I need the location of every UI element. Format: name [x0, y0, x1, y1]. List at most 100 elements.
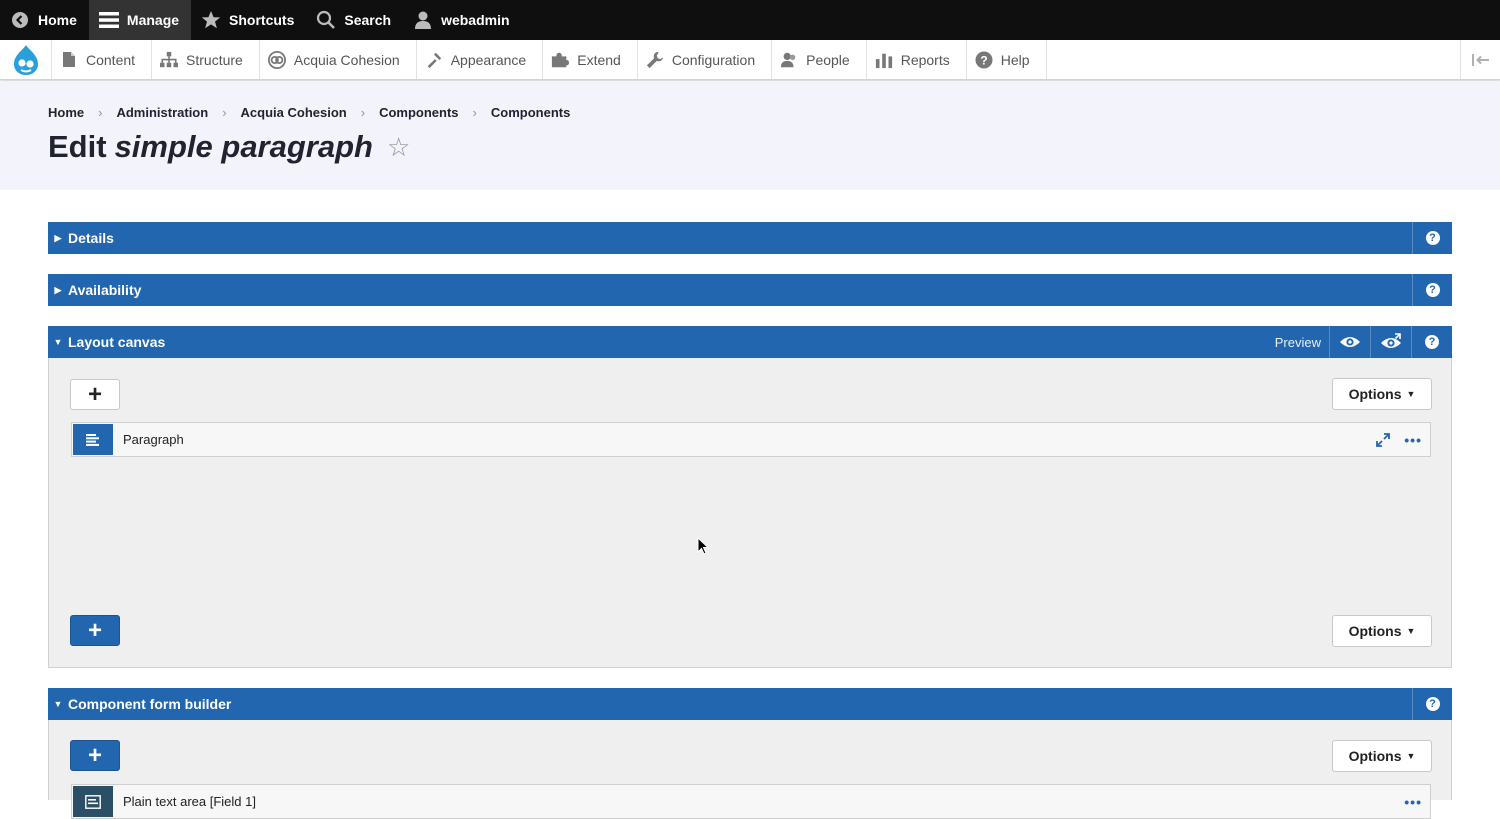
row-actions: ••• [1404, 794, 1430, 810]
tray-item-label: Appearance [450, 51, 527, 68]
drupal-drop-icon [13, 44, 38, 75]
add-field-button[interactable]: + [70, 740, 120, 771]
options-button-top[interactable]: Options ▼ [1332, 378, 1432, 410]
add-element-button-bottom[interactable]: + [70, 615, 120, 646]
availability-label: Availability [68, 282, 142, 298]
breadcrumb-components-2[interactable]: Components [491, 105, 570, 120]
tray-item-reports[interactable]: Reports [867, 40, 967, 79]
svg-text:?: ? [980, 53, 987, 67]
options-label: Options [1348, 386, 1402, 402]
breadcrumb-separator: › [222, 105, 227, 120]
breadcrumb-home[interactable]: Home [48, 105, 84, 120]
add-element-button-top[interactable]: + [70, 379, 120, 410]
star-icon [201, 10, 221, 30]
form-builder-item-row[interactable]: Plain text area [Field 1] ••• [71, 784, 1431, 819]
tray-item-label: Acquia Cohesion [293, 51, 400, 68]
puzzle-icon [551, 51, 570, 69]
form-builder-item-label: Plain text area [Field 1] [123, 794, 256, 809]
toolbar-user[interactable]: webadmin [403, 0, 521, 40]
help-icon: ? [1425, 231, 1440, 245]
tray-item-label: People [806, 51, 850, 68]
layout-canvas-help-button[interactable]: ? [1412, 326, 1452, 358]
toolbar-home-label: Home [38, 12, 77, 28]
document-icon [60, 51, 78, 69]
more-actions-icon[interactable]: ••• [1404, 794, 1422, 810]
page-title-prefix: Edit [48, 129, 107, 164]
options-button-bottom[interactable]: Options ▼ [1332, 615, 1432, 647]
structure-icon [160, 51, 179, 69]
toolbar-search[interactable]: Search [306, 0, 403, 40]
caret-down-icon: ▼ [53, 699, 63, 709]
component-form-builder-section-header[interactable]: ▼ Component form builder ? [48, 688, 1452, 720]
expand-icon[interactable] [1376, 432, 1391, 447]
form-builder-canvas: + Options ▼ Plain text area [Field 1] ••… [48, 720, 1452, 819]
back-circle-icon [10, 10, 30, 30]
breadcrumb-separator: › [472, 105, 477, 120]
tray-item-label: Extend [577, 51, 621, 68]
tray-item-acquia-cohesion[interactable]: Acquia Cohesion [260, 40, 417, 79]
tray-item-structure[interactable]: Structure [152, 40, 260, 79]
layout-canvas: + Options ▼ Paragraph ••• + Options ▼ [48, 358, 1452, 668]
caret-down-icon: ▼ [53, 337, 63, 347]
cohesion-icon [267, 50, 286, 69]
tray-item-configuration[interactable]: Configuration [638, 40, 773, 79]
people-icon [780, 51, 798, 69]
component-form-builder-help-button[interactable]: ? [1412, 688, 1452, 720]
breadcrumb-acquia-cohesion[interactable]: Acquia Cohesion [241, 105, 347, 120]
layout-canvas-label: Layout canvas [68, 334, 166, 350]
breadcrumb-administration[interactable]: Administration [116, 105, 208, 120]
admin-toolbar: Home Manage Shortcuts Search webadmin [0, 0, 1500, 40]
tray-item-people[interactable]: People [772, 40, 867, 79]
caret-right-icon: ▶ [54, 232, 62, 243]
availability-section-header[interactable]: ▶ Availability ? [48, 274, 1452, 306]
preview-button[interactable] [1330, 326, 1371, 358]
brush-icon [425, 51, 443, 69]
layout-canvas-section-header[interactable]: ▼ Layout canvas Preview ? [48, 326, 1452, 358]
breadcrumb: Home › Administration › Acquia Cohesion … [48, 105, 570, 120]
tray-item-label: Help [1000, 51, 1030, 68]
component-form-builder-label: Component form builder [68, 696, 232, 712]
breadcrumb-separator: › [98, 105, 103, 120]
toolbar-shortcuts-label: Shortcuts [229, 12, 295, 28]
preview-new-window-button[interactable] [1371, 326, 1412, 358]
toolbar-manage-label: Manage [126, 12, 180, 28]
caret-down-icon: ▼ [1406, 626, 1416, 636]
search-icon [316, 10, 336, 30]
shortcut-star-icon[interactable]: ☆ [387, 132, 410, 163]
collapse-left-icon [1471, 53, 1489, 66]
details-help-button[interactable]: ? [1412, 222, 1452, 254]
toolbar-shortcuts[interactable]: Shortcuts [191, 0, 306, 40]
preview-label[interactable]: Preview [1267, 326, 1330, 358]
tray-item-appearance[interactable]: Appearance [417, 40, 544, 79]
manage-tray: Content Structure Acquia Cohesion Appear… [0, 40, 1500, 80]
tray-item-label: Structure [186, 51, 243, 68]
toolbar-manage[interactable]: Manage [88, 0, 192, 40]
help-icon: ? [1425, 697, 1440, 711]
availability-help-button[interactable]: ? [1412, 274, 1452, 306]
toolbar-search-label: Search [344, 12, 392, 28]
options-label: Options [1348, 623, 1402, 639]
eye-icon [1340, 337, 1360, 347]
bar-chart-icon [875, 51, 893, 69]
toolbar-home[interactable]: Home [0, 0, 89, 40]
tray-item-content[interactable]: Content [52, 40, 153, 79]
help-icon: ? [1425, 335, 1439, 349]
more-actions-icon[interactable]: ••• [1404, 432, 1422, 448]
hamburger-icon [98, 10, 119, 30]
breadcrumb-components[interactable]: Components [379, 105, 458, 120]
drupal-logo[interactable] [0, 40, 52, 79]
page-header: Home › Administration › Acquia Cohesion … [0, 81, 1500, 190]
details-section-header[interactable]: ▶ Details ? [48, 222, 1452, 254]
tray-item-extend[interactable]: Extend [543, 40, 638, 79]
paragraph-icon [73, 424, 113, 455]
canvas-item-row[interactable]: Paragraph ••• [71, 422, 1431, 457]
form-builder-options-button[interactable]: Options ▼ [1332, 740, 1432, 772]
tray-item-label: Reports [900, 51, 950, 68]
caret-down-icon: ▼ [1406, 751, 1416, 761]
help-icon: ? [1425, 283, 1440, 297]
tray-orientation-toggle[interactable] [1460, 40, 1500, 79]
tray-item-help[interactable]: ? Help [967, 40, 1047, 79]
user-icon [413, 10, 433, 30]
caret-right-icon: ▶ [54, 284, 62, 295]
row-actions: ••• [1376, 432, 1430, 448]
